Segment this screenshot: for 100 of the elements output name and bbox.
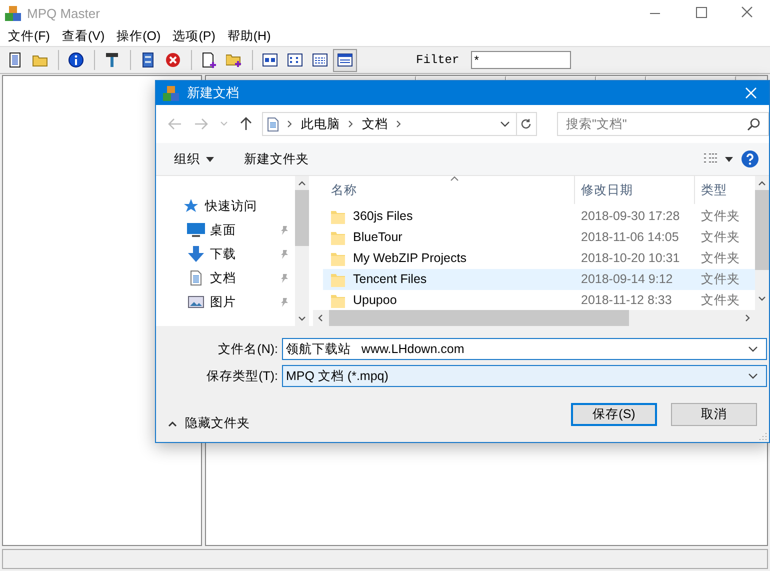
column-header[interactable]: 类型 bbox=[695, 176, 755, 204]
close-icon[interactable] bbox=[745, 87, 757, 99]
new-folder-button[interactable]: 新建文件夹 bbox=[236, 146, 317, 172]
dropdown-caret-icon[interactable] bbox=[748, 346, 758, 352]
save-button[interactable]: 保存(S) bbox=[571, 403, 657, 426]
menu-item[interactable]: 文件(F) bbox=[2, 28, 56, 44]
chevron-icon bbox=[396, 120, 402, 128]
navigation-item[interactable]: 下载 bbox=[156, 242, 295, 266]
menu-item[interactable]: 帮助(H) bbox=[221, 28, 277, 44]
down-arrow-icon bbox=[188, 246, 204, 262]
file-name: Tencent Files bbox=[353, 271, 427, 288]
dialog-title: 新建文档 bbox=[187, 84, 239, 102]
app-icon bbox=[163, 86, 179, 100]
search-field[interactable]: 搜索"文档" bbox=[557, 112, 769, 136]
scrollbar[interactable] bbox=[313, 310, 755, 326]
cancel-button[interactable]: 取消 bbox=[671, 403, 757, 426]
file-type-dropdown[interactable]: MPQ 文档 (*.mpq) bbox=[282, 365, 767, 387]
app-icon bbox=[5, 6, 21, 20]
dropdown-caret-icon[interactable] bbox=[748, 373, 758, 379]
modified-date: 2018-11-06 14:05 bbox=[580, 229, 680, 246]
file-name-field[interactable]: 领航下载站 www.LHdown.com bbox=[282, 338, 767, 360]
caret-icon bbox=[206, 156, 214, 162]
file-name: BlueTour bbox=[353, 229, 402, 246]
chevron-icon bbox=[287, 120, 293, 128]
scrollbar[interactable] bbox=[295, 176, 309, 326]
scroll-up-icon[interactable] bbox=[758, 181, 766, 186]
cabinet-icon bbox=[140, 52, 156, 68]
file-row[interactable]: Upupoo 2018-11-12 8:33 文件夹 bbox=[323, 290, 755, 310]
new-file-icon bbox=[201, 52, 217, 68]
scroll-down-icon[interactable] bbox=[758, 296, 766, 301]
caret-icon bbox=[725, 156, 733, 162]
field-label: 保存类型(T): bbox=[206, 368, 279, 384]
file-type: 文件夹 bbox=[700, 271, 741, 288]
organize-menu-button[interactable]: 组织 bbox=[166, 146, 222, 172]
column-header[interactable]: 修改日期 bbox=[575, 176, 695, 204]
file-row[interactable]: BlueTour 2018-11-06 14:05 文件夹 bbox=[323, 227, 755, 248]
up-arrow-icon[interactable] bbox=[240, 117, 252, 131]
navigation-item[interactable]: 图片 bbox=[156, 290, 295, 314]
file-row[interactable]: My WebZIP Projects 2018-10-20 10:31 文件夹 bbox=[323, 248, 755, 269]
details-view-icon bbox=[703, 153, 719, 165]
document-icon bbox=[7, 52, 23, 68]
column-header[interactable]: 名称 bbox=[313, 176, 575, 204]
dropdown-caret-icon[interactable] bbox=[500, 121, 510, 127]
navigation-item[interactable]: 文档 bbox=[156, 266, 295, 290]
small-icons-view-icon bbox=[287, 52, 303, 68]
monitor-icon bbox=[187, 223, 205, 237]
navigation-item[interactable]: 快速访问 bbox=[156, 194, 295, 218]
delete-icon bbox=[165, 52, 181, 68]
sort-caret-icon bbox=[450, 176, 459, 181]
large-icons-view-icon bbox=[262, 52, 278, 68]
star-icon bbox=[184, 199, 198, 213]
refresh-icon bbox=[520, 118, 532, 130]
folder-icon bbox=[331, 230, 345, 244]
info-icon bbox=[68, 52, 84, 68]
resize-grip-icon bbox=[759, 432, 767, 440]
filter-label: Filter bbox=[416, 53, 460, 67]
scroll-right-icon[interactable] bbox=[745, 314, 750, 322]
modified-date: 2018-09-30 17:28 bbox=[580, 208, 681, 225]
filter-field[interactable]: * bbox=[471, 51, 572, 69]
folder-icon bbox=[331, 272, 345, 286]
field-label: 文件名(N): bbox=[217, 340, 279, 358]
scroll-left-icon[interactable] bbox=[318, 314, 323, 322]
folder-icon bbox=[331, 294, 345, 308]
file-row[interactable]: Tencent Files 2018-09-14 9:12 文件夹 bbox=[323, 269, 755, 290]
address-bar[interactable]: 此电脑 文档 bbox=[262, 112, 517, 136]
document-icon bbox=[267, 116, 279, 132]
breadcrumb-item[interactable]: 文档 bbox=[362, 116, 388, 132]
details-view-icon bbox=[337, 52, 353, 68]
breadcrumb-item[interactable]: 此电脑 bbox=[301, 116, 340, 132]
list-view-icon bbox=[312, 52, 328, 68]
file-type: 文件夹 bbox=[700, 292, 741, 309]
hide-folders-toggle[interactable]: 隐藏文件夹 bbox=[168, 415, 250, 432]
modified-date: 2018-11-12 8:33 bbox=[580, 292, 673, 309]
document-icon bbox=[190, 270, 202, 286]
file-type: 文件夹 bbox=[700, 229, 741, 246]
file-type: 文件夹 bbox=[700, 208, 741, 225]
picture-icon bbox=[188, 296, 204, 308]
modified-date: 2018-10-20 10:31 bbox=[580, 250, 681, 267]
navigation-item[interactable]: 桌面 bbox=[156, 218, 295, 242]
file-name: 360js Files bbox=[353, 208, 413, 225]
file-row[interactable]: 360js Files 2018-09-30 17:28 文件夹 bbox=[323, 206, 755, 227]
chevron-icon bbox=[348, 120, 354, 128]
file-type: 文件夹 bbox=[700, 250, 741, 267]
new-folder-icon bbox=[226, 52, 242, 68]
menu-item[interactable]: 查看(V) bbox=[56, 28, 111, 44]
menu-item[interactable]: 选项(P) bbox=[166, 28, 222, 44]
help-icon[interactable] bbox=[741, 150, 759, 168]
details-view-button[interactable] bbox=[333, 48, 357, 72]
scroll-down-icon[interactable] bbox=[298, 316, 306, 321]
file-name: My WebZIP Projects bbox=[353, 250, 466, 267]
folder-icon bbox=[331, 210, 345, 224]
scroll-up-icon[interactable] bbox=[298, 181, 306, 186]
menu-item[interactable]: 操作(O) bbox=[110, 28, 167, 44]
scrollbar[interactable] bbox=[755, 176, 769, 326]
modified-date: 2018-09-14 9:12 bbox=[580, 271, 674, 288]
collapse-caret-icon bbox=[168, 420, 177, 426]
window-title: MPQ Master bbox=[27, 6, 100, 20]
file-name: Upupoo bbox=[353, 292, 397, 309]
folder-icon bbox=[331, 252, 345, 266]
refresh-button[interactable] bbox=[516, 112, 537, 136]
